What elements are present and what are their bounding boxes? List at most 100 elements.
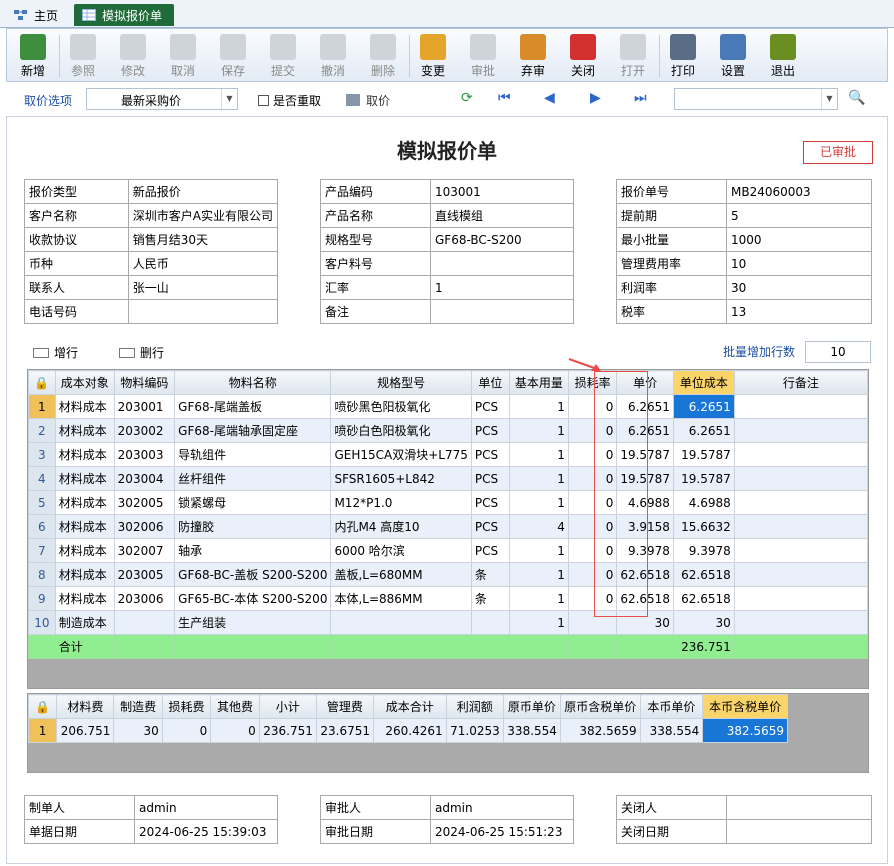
table-cell[interactable]: GF68-尾端轴承固定座: [174, 418, 332, 443]
field-value[interactable]: 人民币: [127, 251, 279, 276]
table-cell[interactable]: 30: [616, 610, 674, 635]
column-header[interactable]: 管理费: [315, 694, 374, 719]
column-header[interactable]: 规格型号: [330, 370, 472, 395]
table-row[interactable]: 10 制造成本 生产组装 1 30 30: [28, 610, 869, 635]
table-cell[interactable]: GEH15CA双滑块+L775: [330, 442, 472, 467]
table-cell[interactable]: 0: [567, 586, 618, 611]
field-value[interactable]: 深圳市客户A实业有限公司: [127, 203, 279, 228]
batch-add-input[interactable]: 10: [805, 341, 871, 363]
row-number[interactable]: 7: [28, 538, 56, 563]
row-number[interactable]: 6: [28, 514, 56, 539]
table-cell[interactable]: 203003: [113, 442, 176, 467]
table-cell[interactable]: 62.6518: [672, 586, 735, 611]
table-cell[interactable]: 0: [567, 538, 618, 563]
table-row[interactable]: 6 材料成本 302006 防撞胶 内孔M4 高度10 PCS 4 0 3.9158 15.663…: [28, 514, 869, 539]
column-header[interactable]: 其他费: [210, 694, 260, 719]
row-number[interactable]: 8: [28, 562, 56, 587]
change-button[interactable]: 变更: [409, 31, 457, 81]
table-cell[interactable]: 0: [161, 718, 212, 743]
table-cell[interactable]: 206.751: [56, 718, 115, 743]
table-cell[interactable]: SFSR1605+L842: [330, 466, 472, 491]
table-cell[interactable]: 6.2651: [616, 418, 674, 443]
row-number[interactable]: 3: [28, 442, 56, 467]
table-row[interactable]: 9 材料成本 203006 GF65-BC-本体 S200-S200 本体,L=886M…: [28, 586, 869, 611]
table-cell[interactable]: 1: [508, 562, 569, 587]
table-cell[interactable]: 338.554: [502, 718, 561, 743]
column-header[interactable]: 制造费: [113, 694, 163, 719]
field-value[interactable]: 2024-06-25 15:51:23: [430, 819, 574, 844]
table-cell[interactable]: 203006: [113, 586, 176, 611]
table-cell[interactable]: 4.6988: [672, 490, 735, 515]
field-value[interactable]: [726, 795, 872, 820]
table-cell[interactable]: 3.9158: [616, 514, 674, 539]
field-value[interactable]: 1: [430, 275, 574, 300]
table-cell[interactable]: PCS: [470, 514, 510, 539]
table-cell[interactable]: [733, 466, 869, 491]
table-cell[interactable]: [733, 394, 869, 419]
table-row[interactable]: 7 材料成本 302007 轴承 6000 哈尔滨 PCS 1 0 9.3978 9.3978: [28, 538, 869, 563]
print-button[interactable]: 打印: [659, 31, 707, 81]
refresh-icon[interactable]: ⟳: [461, 90, 473, 106]
field-value[interactable]: 2024-06-25 15:39:03: [134, 819, 278, 844]
save-button[interactable]: 保存: [209, 31, 257, 81]
table-cell[interactable]: 203005: [113, 562, 176, 587]
column-header[interactable]: 原币单价: [502, 694, 561, 719]
table-cell[interactable]: GF68-BC-盖板 S200-S200: [174, 562, 332, 587]
table-cell[interactable]: 6.2651: [672, 418, 735, 443]
approve-button[interactable]: 审批: [459, 31, 507, 81]
table-row[interactable]: 2 材料成本 203002 GF68-尾端轴承固定座 喷砂白色阳极氧化 PCS 1 0 6.26…: [28, 418, 869, 443]
table-cell[interactable]: PCS: [470, 418, 510, 443]
table-cell[interactable]: 1: [508, 466, 569, 491]
table-cell[interactable]: [113, 610, 176, 635]
table-cell[interactable]: 6.2651: [616, 394, 674, 419]
table-row[interactable]: 5 材料成本 302005 锁紧螺母 M12*P1.0 PCS 1 0 4.6988 4.6988: [28, 490, 869, 515]
table-cell[interactable]: 382.5659: [559, 718, 641, 743]
table-cell[interactable]: [330, 610, 472, 635]
table-cell[interactable]: PCS: [470, 394, 510, 419]
table-cell[interactable]: 6.2651: [672, 394, 735, 419]
column-header[interactable]: 原币含税单价: [559, 694, 641, 719]
table-cell[interactable]: M12*P1.0: [330, 490, 472, 515]
table-cell[interactable]: 1: [508, 538, 569, 563]
add-row-button[interactable]: 增行: [33, 344, 78, 361]
close-doc-button[interactable]: 关闭: [559, 31, 607, 81]
table-cell[interactable]: [733, 490, 869, 515]
table-cell[interactable]: 203002: [113, 418, 176, 443]
field-value[interactable]: 1000: [726, 227, 872, 252]
submit-button[interactable]: 提交: [259, 31, 307, 81]
column-header[interactable]: 物料名称: [174, 370, 332, 395]
table-cell[interactable]: [733, 586, 869, 611]
field-value[interactable]: [127, 299, 279, 324]
table-cell[interactable]: 本体,L=886MM: [330, 586, 472, 611]
table-cell[interactable]: 0: [567, 562, 618, 587]
table-cell[interactable]: 1: [508, 490, 569, 515]
unapprove-button[interactable]: 弃审: [509, 31, 557, 81]
table-cell[interactable]: 材料成本: [54, 394, 115, 419]
column-header[interactable]: 物料编码: [113, 370, 176, 395]
search-icon[interactable]: 🔍: [848, 90, 865, 106]
table-cell[interactable]: [733, 442, 869, 467]
table-cell[interactable]: 1: [508, 442, 569, 467]
tab-home[interactable]: 主页: [6, 4, 70, 26]
last-page-icon[interactable]: ⏭: [634, 90, 647, 106]
chevron-down-icon[interactable]: ▼: [821, 89, 837, 109]
table-cell[interactable]: 材料成本: [54, 418, 115, 443]
table-row[interactable]: 4 材料成本 203004 丝杆组件 SFSR1605+L842 PCS 1 0 19.5787…: [28, 466, 869, 491]
table-cell[interactable]: 62.6518: [616, 586, 674, 611]
field-value[interactable]: 10: [726, 251, 872, 276]
table-cell[interactable]: 62.6518: [672, 562, 735, 587]
field-value[interactable]: [430, 251, 574, 276]
field-value[interactable]: 30: [726, 275, 872, 300]
table-cell[interactable]: 1: [508, 610, 569, 635]
prev-page-icon[interactable]: ◀: [544, 90, 555, 106]
table-cell[interactable]: 材料成本: [54, 466, 115, 491]
row-number[interactable]: 4: [28, 466, 56, 491]
table-cell[interactable]: 材料成本: [54, 514, 115, 539]
table-cell[interactable]: 材料成本: [54, 442, 115, 467]
next-page-icon[interactable]: ▶: [590, 90, 601, 106]
table-cell[interactable]: 23.6751: [315, 718, 374, 743]
table-cell[interactable]: [733, 562, 869, 587]
table-cell[interactable]: 内孔M4 高度10: [330, 514, 472, 539]
table-cell[interactable]: 材料成本: [54, 562, 115, 587]
row-number[interactable]: 5: [28, 490, 56, 515]
